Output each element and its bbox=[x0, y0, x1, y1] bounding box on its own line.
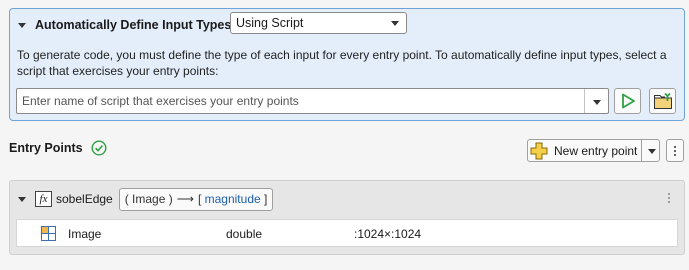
signature-open-bracket: [ bbox=[197, 192, 202, 206]
define-input-types-panel: Automatically Define Input Types Using S… bbox=[9, 8, 685, 121]
new-entry-point-button[interactable]: New entry point bbox=[527, 139, 660, 162]
entry-points-more-button[interactable] bbox=[666, 139, 684, 162]
script-history-dropdown-button[interactable] bbox=[585, 89, 608, 113]
plus-icon bbox=[530, 142, 548, 160]
define-input-types-header[interactable]: Automatically Define Input Types bbox=[18, 13, 231, 37]
input-type[interactable]: double bbox=[226, 227, 262, 241]
define-mode-selected-value: Using Script bbox=[236, 16, 304, 30]
input-size[interactable]: :1024×:1024 bbox=[354, 227, 421, 241]
signature-inputs: ( Image ) bbox=[124, 192, 173, 206]
script-input-box[interactable] bbox=[16, 88, 609, 114]
script-name-input[interactable] bbox=[17, 89, 584, 113]
more-vertical-icon bbox=[674, 145, 676, 148]
input-row[interactable]: Image double :1024×:1024 bbox=[16, 219, 678, 247]
open-folder-icon bbox=[653, 92, 672, 109]
chevron-down-icon bbox=[391, 21, 399, 26]
collapse-caret-icon[interactable] bbox=[18, 196, 26, 202]
chevron-down-icon[interactable] bbox=[648, 149, 656, 154]
matrix-icon bbox=[41, 226, 56, 244]
run-script-button[interactable] bbox=[614, 88, 641, 114]
play-icon bbox=[621, 93, 635, 109]
entry-point-item: fx sobelEdge ( Image ) ⟶ [ magnitude ] I… bbox=[9, 180, 685, 255]
arrow-right-icon: ⟶ bbox=[176, 192, 194, 206]
browse-script-button[interactable] bbox=[649, 88, 676, 114]
signature-close-bracket: ] bbox=[264, 192, 268, 206]
entry-points-header: Entry Points bbox=[9, 140, 107, 156]
check-circle-icon bbox=[91, 140, 107, 156]
entry-point-header-row[interactable]: fx sobelEdge ( Image ) ⟶ [ magnitude ] bbox=[18, 187, 274, 211]
new-entry-point-label: New entry point bbox=[554, 143, 638, 158]
entry-point-more-vertical-icon[interactable] bbox=[668, 193, 670, 203]
collapse-caret-icon[interactable] bbox=[18, 22, 26, 28]
input-name: Image bbox=[68, 227, 102, 241]
panel-title: Automatically Define Input Types bbox=[35, 18, 232, 32]
signature-output: magnitude bbox=[204, 192, 261, 206]
function-signature[interactable]: ( Image ) ⟶ [ magnitude ] bbox=[118, 187, 274, 211]
function-icon: fx bbox=[35, 191, 52, 207]
entry-points-title: Entry Points bbox=[9, 141, 83, 155]
instructions-text: To generate code, you must define the ty… bbox=[17, 48, 667, 78]
divider bbox=[641, 140, 642, 161]
entry-point-function-name: sobelEdge bbox=[56, 192, 113, 206]
define-mode-select[interactable]: Using Script bbox=[230, 12, 407, 34]
